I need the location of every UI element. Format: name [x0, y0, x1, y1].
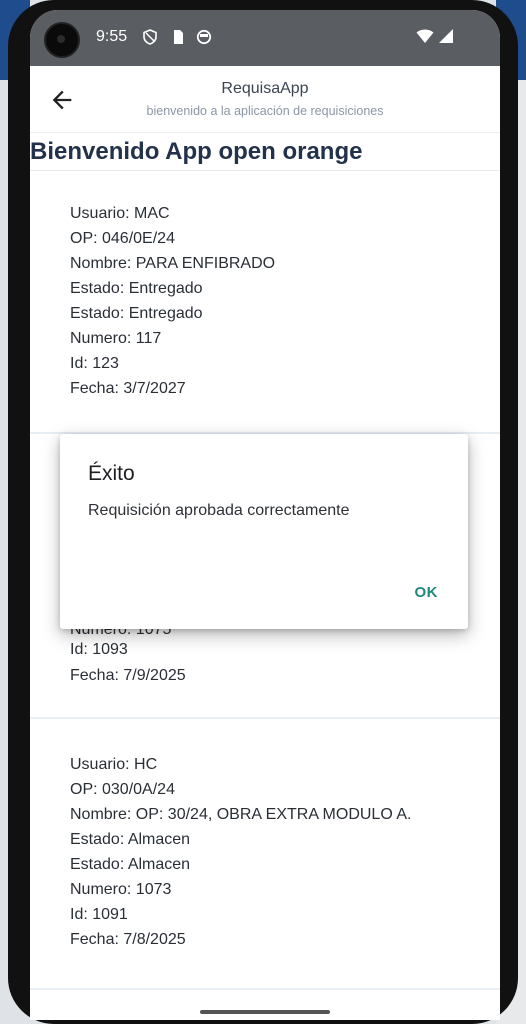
circle-status-icon — [196, 29, 212, 45]
app-subtitle: bienvenido a la aplicación de requisicio… — [146, 104, 384, 118]
app-bar: RequisaApp bienvenido a la aplicación de… — [30, 66, 500, 133]
dialog-title: Éxito — [88, 462, 135, 485]
wifi-icon — [416, 29, 434, 43]
signal-icon — [439, 29, 453, 43]
phone-frame: 9:55 RequisaApp bienvenido a la aplicaci… — [8, 0, 518, 1024]
sim-card-icon — [174, 30, 183, 44]
success-dialog: Éxito Requisición aprobada correctamente… — [60, 434, 468, 629]
gesture-nav-handle[interactable] — [200, 1010, 330, 1014]
status-time: 9:55 — [96, 28, 128, 45]
dialog-message: Requisición aprobada correctamente — [88, 502, 350, 519]
app-title: RequisaApp — [221, 80, 309, 97]
shield-icon — [143, 29, 157, 45]
status-bar: 9:55 — [30, 10, 500, 66]
app-screen: 9:55 RequisaApp bienvenido a la aplicaci… — [30, 10, 500, 1020]
camera-cutout — [44, 22, 80, 58]
ok-button[interactable]: OK — [415, 584, 439, 601]
